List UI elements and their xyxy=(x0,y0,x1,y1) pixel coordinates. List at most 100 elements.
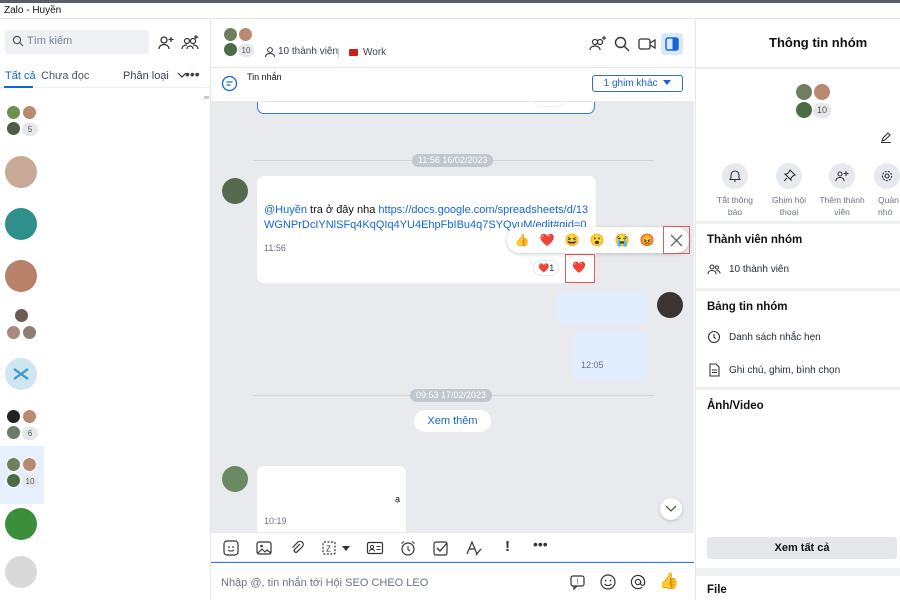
more-tools-icon[interactable]: ••• xyxy=(533,536,548,552)
members-section-title: Thành viên nhóm xyxy=(707,234,803,246)
action-label: Thêm thành viên xyxy=(819,195,865,217)
list-item-selected[interactable]: 10 xyxy=(0,446,44,504)
reaction-count-chip[interactable]: ❤️1 xyxy=(533,260,560,276)
see-all-media-button[interactable]: Xem tất cả xyxy=(707,537,897,559)
create-group-icon[interactable] xyxy=(180,33,200,53)
search-icon[interactable] xyxy=(612,34,632,54)
reaction-chip[interactable] xyxy=(534,102,564,107)
add-member-button[interactable]: Thêm thành viên xyxy=(819,163,865,218)
mute-notifications-button[interactable]: Tắt thông báo xyxy=(712,163,758,218)
avatar xyxy=(5,156,37,188)
sidebar-panel-icon xyxy=(665,37,679,51)
list-item[interactable] xyxy=(0,150,205,202)
composer-toolbar: Z ! ••• xyxy=(211,532,694,562)
add-member-icon[interactable] xyxy=(588,34,608,54)
list-item[interactable] xyxy=(0,254,205,306)
my-avatar[interactable] xyxy=(657,292,683,318)
thumbs-up-reaction-icon[interactable]: 👍 xyxy=(513,231,531,249)
edit-pencil-icon[interactable] xyxy=(880,131,892,143)
message-bubble[interactable]: ạ 10:19 xyxy=(257,466,406,542)
cry-reaction-icon[interactable]: 😭 xyxy=(613,231,631,249)
angry-reaction-icon[interactable]: 😡 xyxy=(638,231,656,249)
caret-down-icon[interactable] xyxy=(342,546,350,551)
message-input[interactable]: Nhập @, tin nhắn tới Hội SEO CHEO LEO xyxy=(221,577,428,589)
quick-message-icon[interactable]: ! xyxy=(569,573,587,591)
caret-down-icon xyxy=(663,80,672,85)
list-item[interactable] xyxy=(0,302,205,354)
pinned-more-button[interactable]: 1 ghim khác xyxy=(592,75,683,92)
media-section-title: Ảnh/Video xyxy=(707,400,764,412)
add-friend-icon[interactable] xyxy=(156,33,176,53)
list-item[interactable] xyxy=(0,352,205,404)
list-item[interactable] xyxy=(0,202,205,254)
urgent-message-icon[interactable]: ! xyxy=(505,538,510,555)
toggle-info-panel-button[interactable] xyxy=(661,33,683,55)
reaction-count: 1 xyxy=(549,263,555,273)
clock-icon xyxy=(707,330,721,344)
sticker-icon[interactable] xyxy=(222,539,240,557)
note-icon xyxy=(709,363,720,377)
group-board-section: Bảng tin nhóm Danh sách nhắc hẹn Ghi chú… xyxy=(696,291,900,387)
group-avatar[interactable]: 10 xyxy=(223,27,259,63)
chat-header: 10 10 thành viên Work xyxy=(211,20,694,68)
message-list[interactable]: 11:56 16/02/2023 @Huyền tra ở đây nha ht… xyxy=(211,102,694,542)
contact-card-icon[interactable] xyxy=(366,539,384,557)
group-count-badge: 10 xyxy=(813,103,831,118)
thumbs-up-icon[interactable]: 👍 xyxy=(659,571,679,590)
group-avatar xyxy=(5,308,39,342)
list-item[interactable]: 5 xyxy=(0,98,205,150)
tab-unread[interactable]: Chưa đọc xyxy=(41,70,89,82)
bell-icon xyxy=(722,163,748,189)
members-count-text: 10 thành viên xyxy=(729,264,790,275)
message-bubble-partial[interactable] xyxy=(257,102,595,114)
manage-group-button[interactable]: Quản nhó xyxy=(874,163,900,218)
search-placeholder: Tìm kiếm xyxy=(27,35,73,47)
attachment-icon[interactable] xyxy=(288,539,306,557)
message-time: 10:19 xyxy=(264,516,287,526)
classify-dropdown[interactable]: Phân loại xyxy=(123,70,187,82)
more-options-icon[interactable]: ••• xyxy=(185,66,200,82)
message-composer[interactable]: Nhập @, tin nhắn tới Hội SEO CHEO LEO ! … xyxy=(211,562,694,600)
user-icon xyxy=(265,47,275,58)
scroll-to-bottom-button[interactable] xyxy=(660,498,682,520)
screenshot-icon[interactable]: Z xyxy=(321,539,339,557)
heart-react-button[interactable]: ❤️ xyxy=(565,254,595,283)
mention-icon[interactable] xyxy=(629,573,647,591)
pinned-message-bar[interactable]: Tin nhắn 1 ghim khác xyxy=(211,68,694,102)
image-icon[interactable] xyxy=(255,539,273,557)
tab-all[interactable]: Tất cả xyxy=(5,70,36,82)
window-title: Zalo - Huyền xyxy=(4,5,62,16)
list-item[interactable] xyxy=(0,554,205,600)
text-format-icon[interactable] xyxy=(465,539,483,557)
sender-avatar[interactable] xyxy=(222,466,248,492)
list-item[interactable] xyxy=(0,504,205,556)
video-call-icon[interactable] xyxy=(637,34,657,54)
member-count-link[interactable]: 10 thành viên xyxy=(278,46,338,57)
info-panel-title: Thông tin nhóm xyxy=(769,35,868,50)
emoji-icon[interactable] xyxy=(599,573,617,591)
reaction-picker: 👍 ❤️ 😆 😮 😭 😡 xyxy=(507,227,689,253)
task-checkbox-icon[interactable] xyxy=(432,539,450,557)
chat-panel: 10 10 thành viên Work Tin nhắn 1 ghim kh… xyxy=(211,20,694,600)
conversation-tag[interactable]: Work xyxy=(363,47,386,58)
reminder-alarm-icon[interactable] xyxy=(399,539,417,557)
my-message-bubble[interactable] xyxy=(556,292,648,325)
wow-reaction-icon[interactable]: 😮 xyxy=(588,231,606,249)
svg-text:!: ! xyxy=(577,579,579,586)
message-body: tra ở đây nha xyxy=(306,204,379,216)
group-avatar[interactable]: 10 xyxy=(795,83,835,123)
reminder-list-label: Danh sách nhắc hẹn xyxy=(729,332,821,343)
sender-avatar[interactable] xyxy=(222,178,248,204)
pin-conversation-button[interactable]: Ghim hội thoại xyxy=(766,163,812,218)
my-message-bubble[interactable]: 12:05 xyxy=(573,331,648,380)
laugh-reaction-icon[interactable]: 😆 xyxy=(563,231,581,249)
action-label: Ghim hội thoại xyxy=(771,195,806,217)
see-more-button[interactable]: Xem thêm xyxy=(414,410,491,432)
group-members-icon xyxy=(707,264,721,275)
group-avatar: 10 xyxy=(5,456,39,490)
group-info-panel: Thông tin nhóm 10 Tắt thông báo Ghim hội… xyxy=(695,20,900,600)
search-input[interactable]: Tìm kiếm xyxy=(5,30,149,54)
close-reaction-picker-button[interactable] xyxy=(663,226,690,254)
mention-link[interactable]: @Huyền xyxy=(264,204,307,216)
heart-reaction-icon[interactable]: ❤️ xyxy=(538,231,556,249)
